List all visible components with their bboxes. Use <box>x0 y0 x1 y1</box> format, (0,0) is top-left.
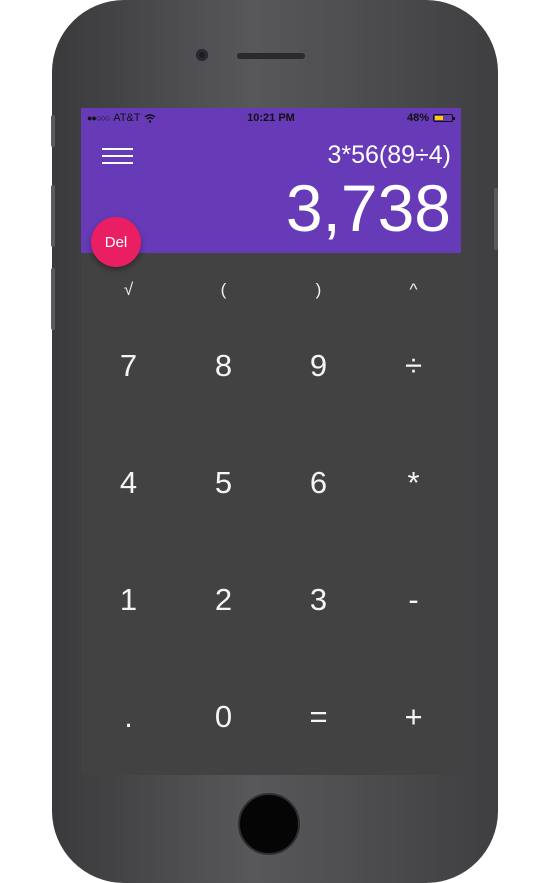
function-row: √ ( ) ^ <box>81 270 461 310</box>
key-0[interactable]: 0 <box>176 658 271 775</box>
key-8[interactable]: 8 <box>176 308 271 425</box>
home-button[interactable] <box>238 793 300 855</box>
delete-button[interactable]: Del <box>91 217 141 267</box>
key-5[interactable]: 5 <box>176 425 271 542</box>
key-sqrt[interactable]: √ <box>81 270 176 310</box>
status-bar: ●●○○○ AT&T 10:21 PM 48% <box>81 108 461 128</box>
key-plus[interactable]: + <box>366 658 461 775</box>
key-power[interactable]: ^ <box>366 270 461 310</box>
key-4[interactable]: 4 <box>81 425 176 542</box>
key-2[interactable]: 2 <box>176 542 271 659</box>
key-decimal[interactable]: . <box>81 658 176 775</box>
battery-fill <box>435 116 443 120</box>
keypad: 7 8 9 ÷ 4 5 6 * 1 2 3 - . 0 = + <box>81 308 461 775</box>
result-display: 3,738 <box>285 171 451 245</box>
key-1[interactable]: 1 <box>81 542 176 659</box>
expression-display: 3*56(89÷4) <box>327 141 451 169</box>
key-7[interactable]: 7 <box>81 308 176 425</box>
key-multiply[interactable]: * <box>366 425 461 542</box>
key-equals[interactable]: = <box>271 658 366 775</box>
key-divide[interactable]: ÷ <box>366 308 461 425</box>
key-minus[interactable]: - <box>366 542 461 659</box>
status-time: 10:21 PM <box>247 112 295 124</box>
earpiece-speaker <box>237 53 305 59</box>
mute-switch <box>51 115 55 147</box>
key-9[interactable]: 9 <box>271 308 366 425</box>
key-close-paren[interactable]: ) <box>271 270 366 310</box>
key-3[interactable]: 3 <box>271 542 366 659</box>
calculator-screen: ●●○○○ AT&T 10:21 PM 48% 3*56(89÷4) 3,738 <box>81 108 461 775</box>
battery-percent: 48% <box>406 112 429 124</box>
battery-icon <box>433 114 455 122</box>
key-6[interactable]: 6 <box>271 425 366 542</box>
front-camera <box>196 49 208 61</box>
volume-up-button <box>51 185 55 247</box>
power-button <box>494 188 498 250</box>
volume-down-button <box>51 268 55 330</box>
key-open-paren[interactable]: ( <box>176 270 271 310</box>
menu-icon[interactable] <box>102 148 133 164</box>
